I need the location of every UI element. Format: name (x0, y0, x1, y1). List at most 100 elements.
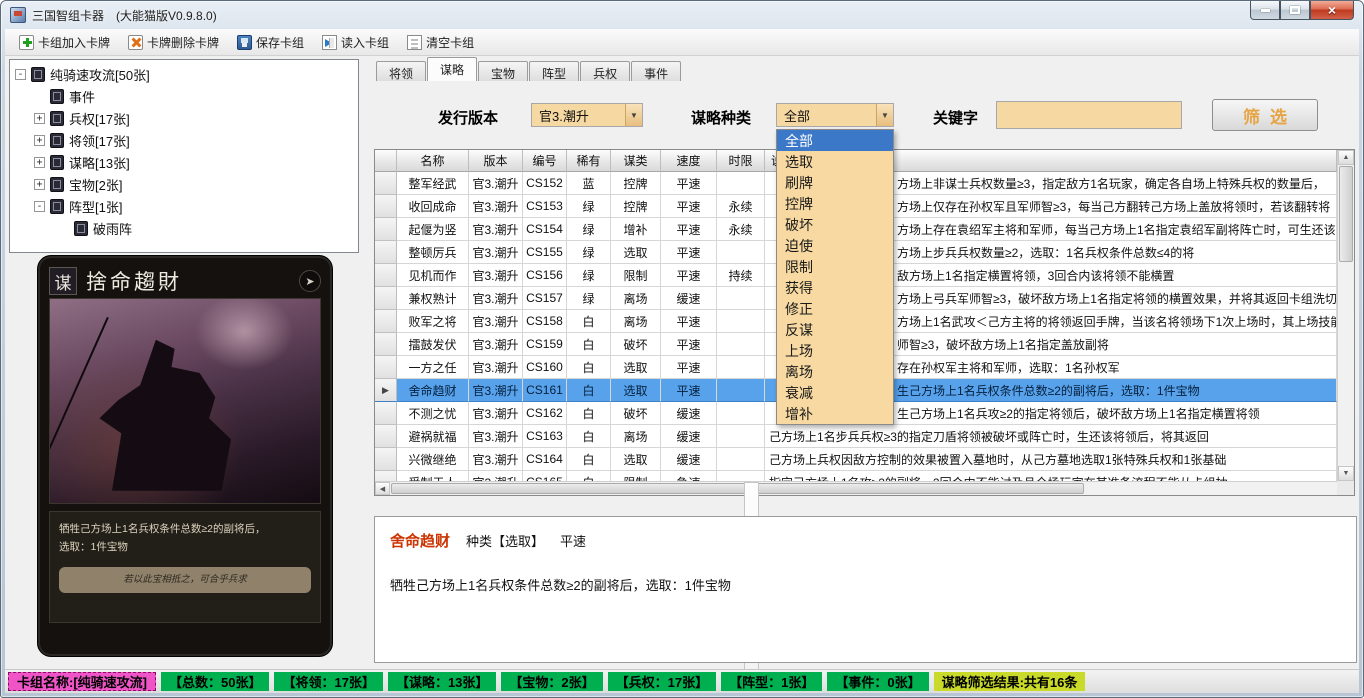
horizontal-scroll-thumb[interactable] (391, 483, 1084, 494)
dropdown-item[interactable]: 限制 (777, 256, 893, 277)
cell-code: CS161 (523, 379, 567, 402)
row-selector-cell[interactable] (375, 241, 397, 264)
row-selector-cell[interactable] (375, 264, 397, 287)
close-button[interactable] (1310, 1, 1354, 20)
row-selector-cell[interactable] (375, 333, 397, 356)
row-selector-cell[interactable] (375, 448, 397, 471)
chevron-down-icon[interactable] (625, 104, 642, 126)
row-selector-cell[interactable] (375, 310, 397, 333)
cell-code: CS165 (523, 471, 567, 481)
tree-item-events[interactable]: 事件 (10, 85, 358, 107)
version-combobox[interactable]: 官3.潮升 (531, 103, 643, 127)
header-speed[interactable]: 速度 (661, 150, 717, 172)
expand-icon[interactable]: + (34, 156, 45, 168)
dropdown-item[interactable]: 破坏 (777, 214, 893, 235)
cell-duration: 永续 (717, 218, 765, 241)
cell-type: 破坏 (611, 402, 661, 425)
dropdown-item[interactable]: 控牌 (777, 193, 893, 214)
dropdown-item[interactable]: 迫使 (777, 235, 893, 256)
cell-name: 起偃为竖 (397, 218, 469, 241)
speed-arrow-icon: ➤ (299, 270, 321, 292)
category-tab[interactable]: 谋略 (427, 57, 478, 81)
row-selector-cell[interactable] (375, 218, 397, 241)
horizontal-scrollbar[interactable]: ◀ ▶ (375, 481, 1337, 693)
header-name[interactable]: 名称 (397, 150, 469, 172)
cell-speed: 平速 (661, 333, 717, 356)
header-rarity[interactable]: 稀有 (567, 150, 611, 172)
tree-item-generals[interactable]: + 将领[17张] (10, 129, 358, 151)
dropdown-item[interactable]: 全部 (777, 130, 893, 151)
row-selector-cell[interactable] (375, 471, 397, 481)
row-selector-cell[interactable] (375, 402, 397, 425)
scroll-down-icon[interactable]: ▼ (1338, 466, 1354, 481)
dropdown-item[interactable]: 增补 (777, 403, 893, 424)
category-tab[interactable]: 宝物 (478, 61, 529, 81)
row-selector-cell[interactable] (375, 195, 397, 218)
strategy-type-combobox[interactable]: 全部 (776, 103, 894, 127)
category-tab[interactable]: 兵权 (580, 61, 631, 81)
dropdown-item[interactable]: 衰减 (777, 382, 893, 403)
cell-name: 整顿厉兵 (397, 241, 469, 264)
expand-icon[interactable]: + (34, 178, 45, 190)
dropdown-item[interactable]: 刷牌 (777, 172, 893, 193)
card-artwork (49, 298, 321, 504)
row-selector-cell[interactable] (375, 379, 397, 402)
keyword-input[interactable] (996, 101, 1182, 129)
row-selector-cell[interactable] (375, 172, 397, 195)
table-row[interactable]: 受制于人 官3.潮升 CS165 白 限制 急速 指定己方场上1名攻≥2的副将，… (375, 471, 1337, 481)
minimize-button[interactable] (1250, 1, 1280, 20)
maximize-button[interactable] (1280, 1, 1310, 20)
card-title: 捨命趨財 (86, 270, 182, 294)
header-code[interactable]: 编号 (523, 150, 567, 172)
vertical-scroll-thumb[interactable] (1339, 166, 1353, 262)
dropdown-item[interactable]: 获得 (777, 277, 893, 298)
cell-rarity: 绿 (567, 195, 611, 218)
tree-item-treasures[interactable]: + 宝物[2张] (10, 173, 358, 195)
dropdown-item[interactable]: 修正 (777, 298, 893, 319)
load-deck-button[interactable]: 读入卡组 (314, 30, 397, 55)
header-duration[interactable]: 时限 (717, 150, 765, 172)
vertical-scrollbar[interactable]: ▲ ▼ (1337, 150, 1354, 481)
row-selector-cell[interactable] (375, 356, 397, 379)
save-deck-button[interactable]: 保存卡组 (229, 30, 312, 55)
collapse-icon[interactable]: - (34, 200, 45, 212)
collapse-icon[interactable]: - (15, 68, 26, 80)
scroll-up-icon[interactable]: ▲ (1338, 150, 1354, 165)
header-type[interactable]: 谋类 (611, 150, 661, 172)
tree-item-strategies[interactable]: + 谋略[13张] (10, 151, 358, 173)
scrollbar-corner (1337, 481, 1354, 495)
cell-duration: 永续 (717, 195, 765, 218)
header-version[interactable]: 版本 (469, 150, 523, 172)
filter-button[interactable]: 筛选 (1212, 99, 1318, 131)
chevron-down-icon[interactable] (876, 104, 893, 126)
table-row[interactable]: 避祸就福 官3.潮升 CS163 白 离场 缓速 己方场上1名步兵兵权≥3的指定… (375, 425, 1337, 448)
category-tab[interactable]: 事件 (631, 61, 682, 81)
card-stack-icon (50, 198, 64, 214)
cell-code: CS162 (523, 402, 567, 425)
expand-icon[interactable]: + (34, 112, 45, 124)
dropdown-item[interactable]: 离场 (777, 361, 893, 382)
scroll-left-icon[interactable]: ◀ (375, 482, 390, 495)
category-tab[interactable]: 阵型 (529, 61, 580, 81)
row-selector-cell[interactable] (375, 287, 397, 310)
cell-duration (717, 402, 765, 425)
row-selector-cell[interactable] (375, 425, 397, 448)
dropdown-item[interactable]: 上场 (777, 340, 893, 361)
cell-code: CS159 (523, 333, 567, 356)
tree-item-formations[interactable]: - 阵型[1张] (10, 195, 358, 217)
tree-item-military[interactable]: + 兵权[17张] (10, 107, 358, 129)
expand-icon[interactable]: + (34, 134, 45, 146)
tree-item-deck-root[interactable]: - 纯骑速攻流[50张] (10, 63, 358, 85)
cell-type: 离场 (611, 287, 661, 310)
dropdown-item[interactable]: 选取 (777, 151, 893, 172)
add-card-button[interactable]: 卡组加入卡牌 (11, 30, 118, 55)
tree-item-poyuzhen[interactable]: 破雨阵 (10, 217, 358, 239)
dropdown-item[interactable]: 反谋 (777, 319, 893, 340)
cell-name: 避祸就福 (397, 425, 469, 448)
clear-deck-button[interactable]: 清空卡组 (399, 30, 482, 55)
cell-speed: 缓速 (661, 287, 717, 310)
category-tab[interactable]: 将领 (376, 61, 427, 81)
detail-card-text: 牺牲己方场上1名兵权条件总数≥2的副将后，选取：1件宝物 (390, 578, 731, 593)
delete-card-button[interactable]: 卡牌删除卡牌 (120, 30, 227, 55)
table-row[interactable]: 兴微继绝 官3.潮升 CS164 白 选取 缓速 己方场上兵权因敌方控制的效果被… (375, 448, 1337, 471)
